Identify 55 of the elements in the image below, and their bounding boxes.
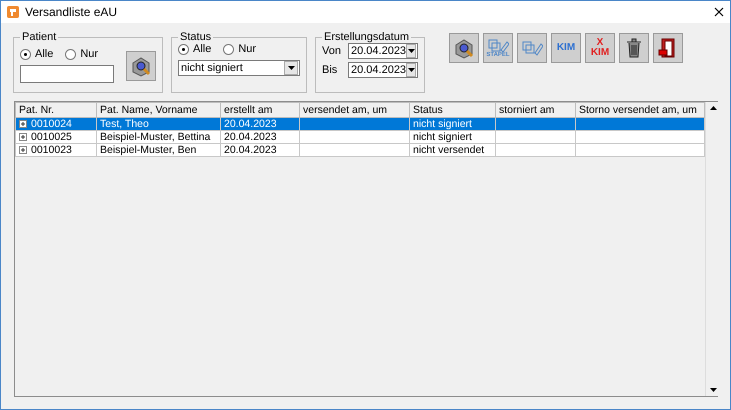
table-cell: 20.04.2023 xyxy=(224,118,277,130)
app-icon xyxy=(7,6,19,18)
date-picker[interactable]: 20.04.2023 xyxy=(348,62,418,78)
window-title: Versandliste eAU xyxy=(25,5,118,19)
column-header[interactable]: Storno versendet am, um xyxy=(576,102,704,118)
field-label: Bis xyxy=(322,64,338,76)
radio-button[interactable] xyxy=(223,44,234,54)
table-cell: nicht signiert xyxy=(413,118,472,130)
patient-search-button[interactable] xyxy=(126,50,156,80)
table-cell: 0010023 xyxy=(31,144,72,156)
close-button[interactable] xyxy=(714,7,724,17)
radio-label: Alle xyxy=(35,48,54,60)
expand-icon[interactable] xyxy=(19,120,27,128)
column-header[interactable]: erstellt am xyxy=(220,102,300,118)
radio-label: Nur xyxy=(80,48,98,60)
caret-icon xyxy=(408,49,415,53)
caret-icon xyxy=(408,68,415,72)
group-label: Patient xyxy=(21,31,58,43)
date-picker[interactable]: 20.04.2023 xyxy=(348,43,418,59)
radio-label: Alle xyxy=(193,43,212,55)
column-header[interactable]: Pat. Name, Vorname xyxy=(96,102,220,118)
table-cell: Beispiel-Muster, Bettina xyxy=(100,131,210,143)
table-cell: 20.04.2023 xyxy=(224,131,277,143)
pen-icon xyxy=(521,39,543,57)
table-cell: Beispiel-Muster, Ben xyxy=(100,144,196,156)
search-button[interactable] xyxy=(449,33,479,63)
expand-icon[interactable] xyxy=(19,146,27,154)
column-header[interactable]: versendet am, um xyxy=(300,102,410,118)
exit-button[interactable] xyxy=(653,33,683,63)
caret-icon xyxy=(288,66,294,70)
group-label: Status xyxy=(179,31,212,43)
patient-field[interactable] xyxy=(20,65,114,83)
table-cell: nicht signiert xyxy=(413,131,472,143)
radio-label: Nur xyxy=(238,43,256,55)
radio-button[interactable] xyxy=(65,48,76,60)
trash-icon xyxy=(626,38,642,58)
group-label: Erstellungsdatum xyxy=(323,31,410,43)
status-dropdown[interactable]: nicht signiert xyxy=(178,60,300,76)
field-label: Von xyxy=(322,45,342,57)
table-cell: 20.04.2023 xyxy=(224,144,277,156)
scrollbar[interactable] xyxy=(705,102,721,396)
table-cell: nicht versendet xyxy=(413,144,484,156)
magnifier-icon xyxy=(453,37,475,59)
column-header[interactable]: storniert am xyxy=(496,102,576,118)
magnifier-icon xyxy=(130,54,152,76)
column-header[interactable]: Status xyxy=(410,102,496,118)
table-cell: 0010024 xyxy=(31,118,72,130)
trash-button[interactable] xyxy=(619,33,649,63)
radio-button[interactable] xyxy=(178,44,189,54)
expand-icon[interactable] xyxy=(19,133,27,141)
table-cell: 0010025 xyxy=(31,131,72,143)
column-header[interactable]: Pat. Nr. xyxy=(16,102,96,118)
radio-button[interactable] xyxy=(20,48,31,60)
pen-icon xyxy=(487,38,509,52)
table-cell: Test, Theo xyxy=(100,118,149,130)
